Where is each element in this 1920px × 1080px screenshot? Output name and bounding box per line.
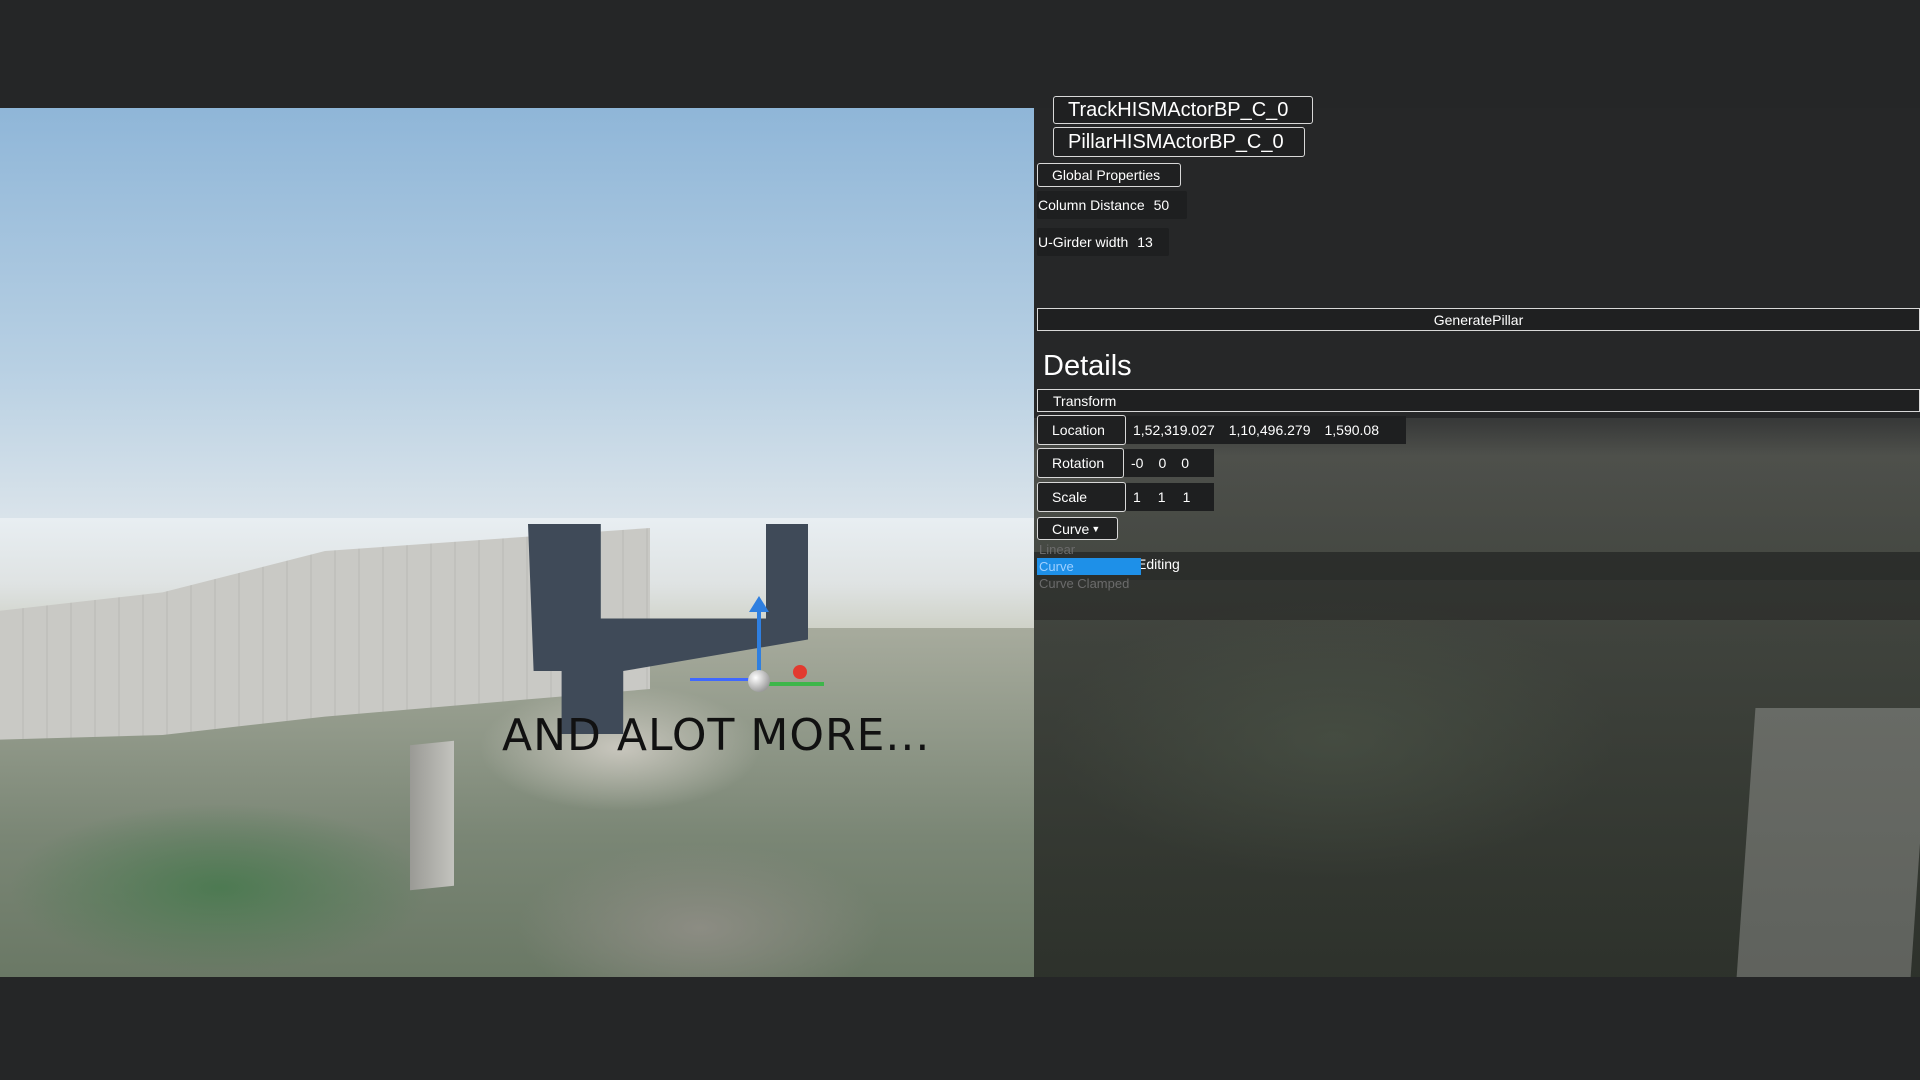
column-distance-label: Column Distance: [1038, 197, 1145, 213]
editing-label: Editing: [1137, 556, 1180, 572]
u-girder-width-input[interactable]: 13: [1137, 234, 1153, 250]
curve-dropdown-list: Linear Curve Curve Clamped: [1037, 541, 1141, 592]
scale-values: 1 1 1: [1126, 483, 1214, 511]
transform-label: Transform: [1053, 392, 1117, 409]
details-title: Details: [1043, 350, 1132, 382]
scale-y-input[interactable]: 1: [1148, 489, 1176, 505]
global-properties-button[interactable]: Global Properties: [1037, 163, 1181, 187]
location-values: 1,52,319.027 1,10,496.279 1,590.08: [1126, 416, 1406, 444]
gizmo-z-axis[interactable]: [749, 596, 769, 678]
location-button[interactable]: Location: [1037, 415, 1126, 445]
scale-button[interactable]: Scale: [1037, 482, 1126, 512]
gizmo-center[interactable]: [748, 670, 770, 692]
dropdown-option-curve-clamped[interactable]: Curve Clamped: [1037, 575, 1141, 592]
curve-dropdown[interactable]: Curve ▼: [1037, 517, 1118, 540]
actor-button-pillar[interactable]: PillarHISMActorBP_C_0: [1053, 127, 1305, 157]
scale-x-input[interactable]: 1: [1126, 489, 1148, 505]
u-girder-width-label: U-Girder width: [1038, 234, 1129, 250]
actor-button-track[interactable]: TrackHISMActorBP_C_0: [1053, 96, 1313, 124]
rotation-x-input[interactable]: -0: [1124, 455, 1150, 471]
editing-row-background: [1034, 580, 1920, 620]
location-x-input[interactable]: 1,52,319.027: [1126, 422, 1222, 438]
column-distance-input[interactable]: 50: [1154, 197, 1170, 213]
generate-pillar-label: GeneratePillar: [1433, 311, 1524, 328]
chevron-down-icon: ▼: [1091, 523, 1101, 534]
background-slab: [1736, 708, 1920, 977]
scale-z-input[interactable]: 1: [1176, 489, 1198, 505]
dropdown-option-linear[interactable]: Linear: [1037, 541, 1141, 558]
rotation-z-input[interactable]: 0: [1174, 455, 1196, 471]
rotation-values: -0 0 0: [1124, 449, 1214, 477]
u-girder-width-row: U-Girder width 13: [1037, 228, 1169, 256]
3d-viewport[interactable]: [0, 108, 1034, 977]
generate-pillar-button[interactable]: GeneratePillar: [1037, 308, 1920, 331]
rotation-button[interactable]: Rotation: [1037, 448, 1124, 478]
curve-dropdown-label: Curve: [1052, 520, 1090, 537]
gizmo-rotate-handle[interactable]: [793, 665, 807, 679]
pillar: [410, 740, 454, 891]
rotation-y-input[interactable]: 0: [1150, 455, 1174, 471]
dropdown-option-curve[interactable]: Curve: [1037, 558, 1141, 575]
location-z-input[interactable]: 1,590.08: [1318, 422, 1387, 438]
column-distance-row: Column Distance 50: [1037, 191, 1187, 219]
transform-section-header[interactable]: Transform: [1037, 389, 1920, 412]
overlay-caption: AND ALOT MORE...: [502, 710, 931, 761]
location-y-input[interactable]: 1,10,496.279: [1222, 422, 1318, 438]
